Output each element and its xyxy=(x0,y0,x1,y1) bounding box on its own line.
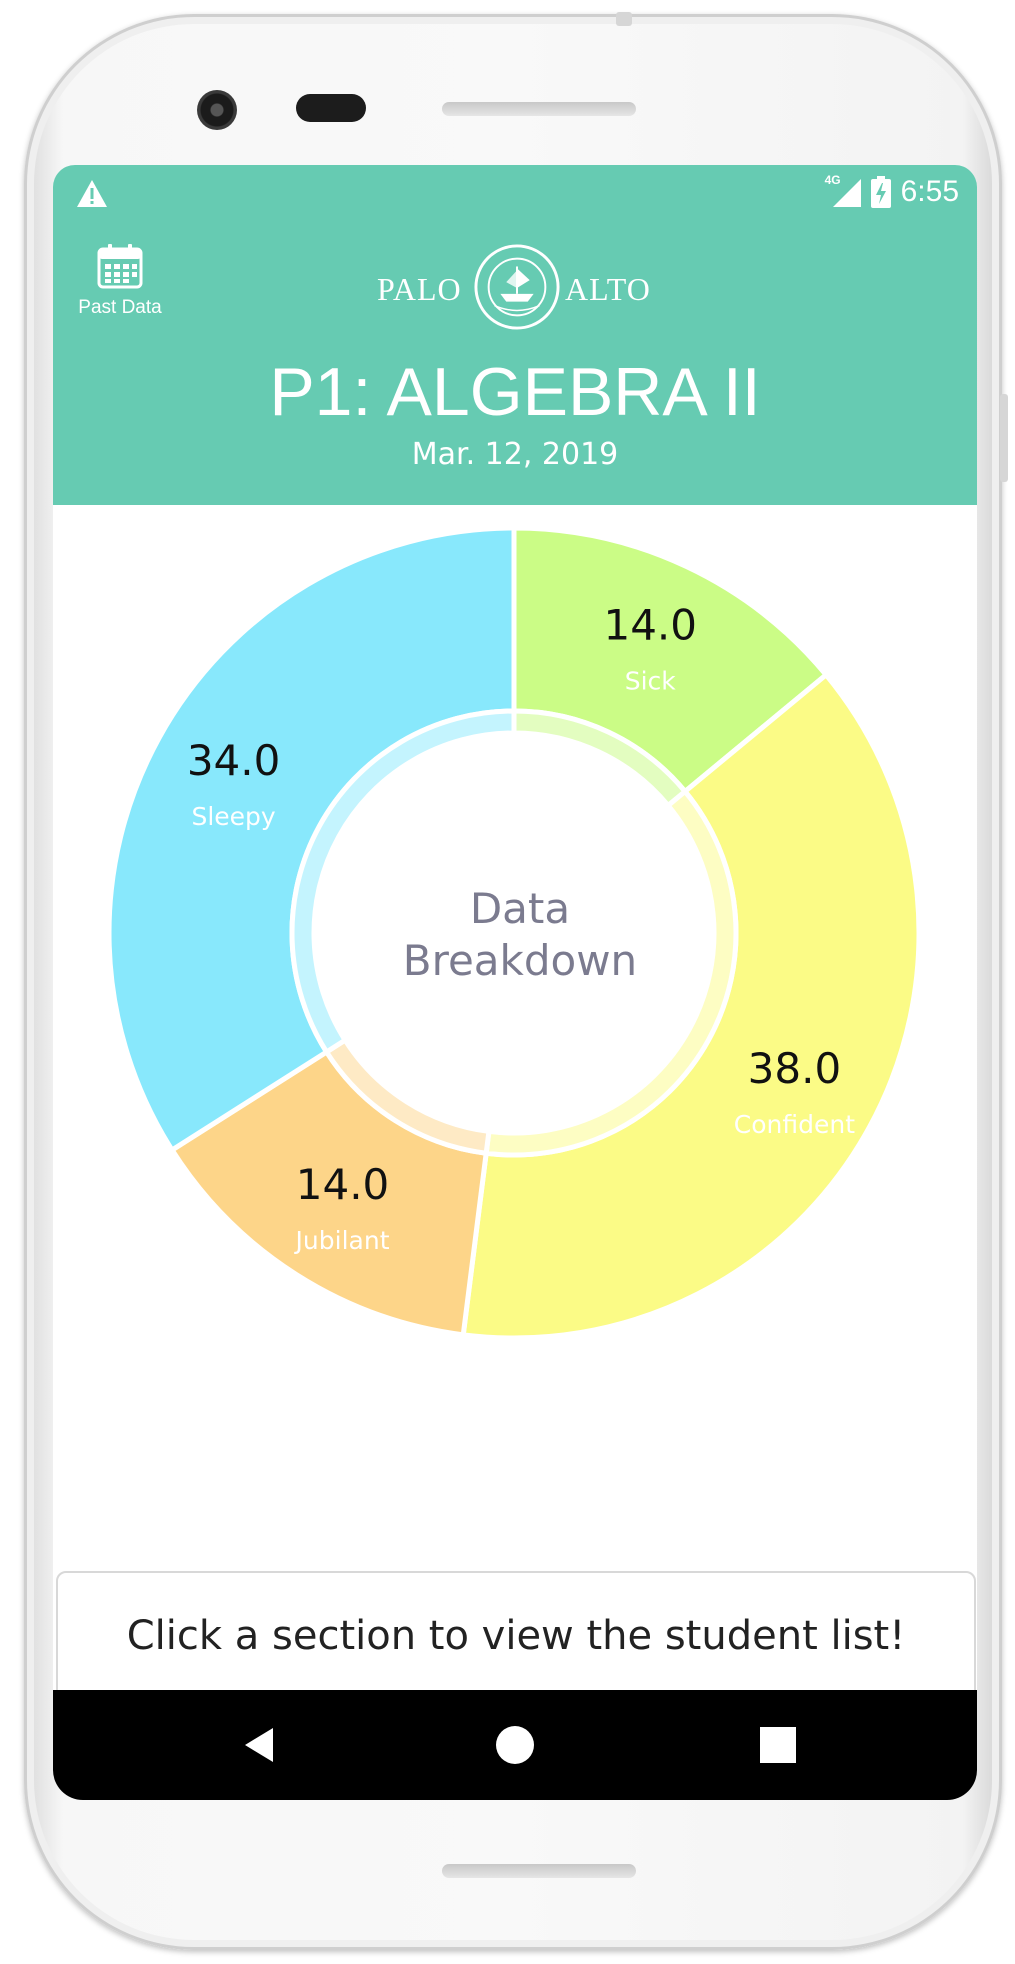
logo-word-right: ALTO xyxy=(565,271,651,307)
front-camera xyxy=(197,90,237,130)
status-bar: 4G 6:55 xyxy=(53,165,977,225)
warning-icon xyxy=(77,180,107,207)
slice-value-sleepy: 34.0 xyxy=(187,736,281,785)
center-label-line: Data xyxy=(470,884,570,933)
page-title: P1: ALGEBRA II xyxy=(269,354,761,430)
past-data-button[interactable]: Past Data xyxy=(71,243,169,319)
calendar-icon xyxy=(97,244,143,289)
signal-4g-icon: 4G xyxy=(824,173,861,209)
slice-label-sick: Sick xyxy=(625,666,677,695)
recents-icon[interactable] xyxy=(755,1722,801,1768)
app-header: 4G 6:55 Past Data PALO ALTO P1: ALGEBRA … xyxy=(53,165,977,505)
past-data-label: Past Data xyxy=(78,297,162,318)
donut-chart: 14.0 Sick 38.0 Confident 14.0 Jubilant 34.0 Sle… xyxy=(106,525,922,1341)
instruction-banner: Click a section to view the student list… xyxy=(56,1571,976,1703)
school-seal-icon xyxy=(474,244,560,330)
android-nav-bar xyxy=(53,1690,977,1800)
slice-label-jubilant: Jubilant xyxy=(294,1226,390,1255)
page-date: Mar. 12, 2019 xyxy=(411,437,619,472)
slice-label-confident: Confident xyxy=(734,1110,855,1139)
slice-value-jubilant: 14.0 xyxy=(296,1160,390,1209)
donut-center xyxy=(314,733,714,1133)
bottom-speaker xyxy=(442,1864,636,1878)
back-icon[interactable] xyxy=(237,1722,283,1768)
slice-label-sleepy: Sleepy xyxy=(191,802,275,831)
slice-value-sick: 14.0 xyxy=(603,600,697,649)
instruction-text: Click a section to view the student list… xyxy=(126,1613,906,1659)
proximity-sensor xyxy=(296,94,366,122)
power-button xyxy=(1000,394,1008,482)
school-logo: PALO ALTO xyxy=(377,243,657,333)
phone-screen: 4G 6:55 Past Data PALO ALTO P1: ALGEBRA … xyxy=(53,165,977,1800)
battery-charging-icon xyxy=(870,176,891,208)
network-type: 4G xyxy=(824,173,841,187)
earpiece-speaker xyxy=(442,102,636,116)
status-time: 6:55 xyxy=(900,175,959,208)
home-icon[interactable] xyxy=(492,1722,538,1768)
volume-button xyxy=(616,12,632,26)
status-indicators: 4G 6:55 xyxy=(824,173,959,209)
slice-value-confident: 38.0 xyxy=(748,1044,842,1093)
logo-word-left: PALO xyxy=(377,271,462,307)
center-label-line: Breakdown xyxy=(403,936,637,985)
